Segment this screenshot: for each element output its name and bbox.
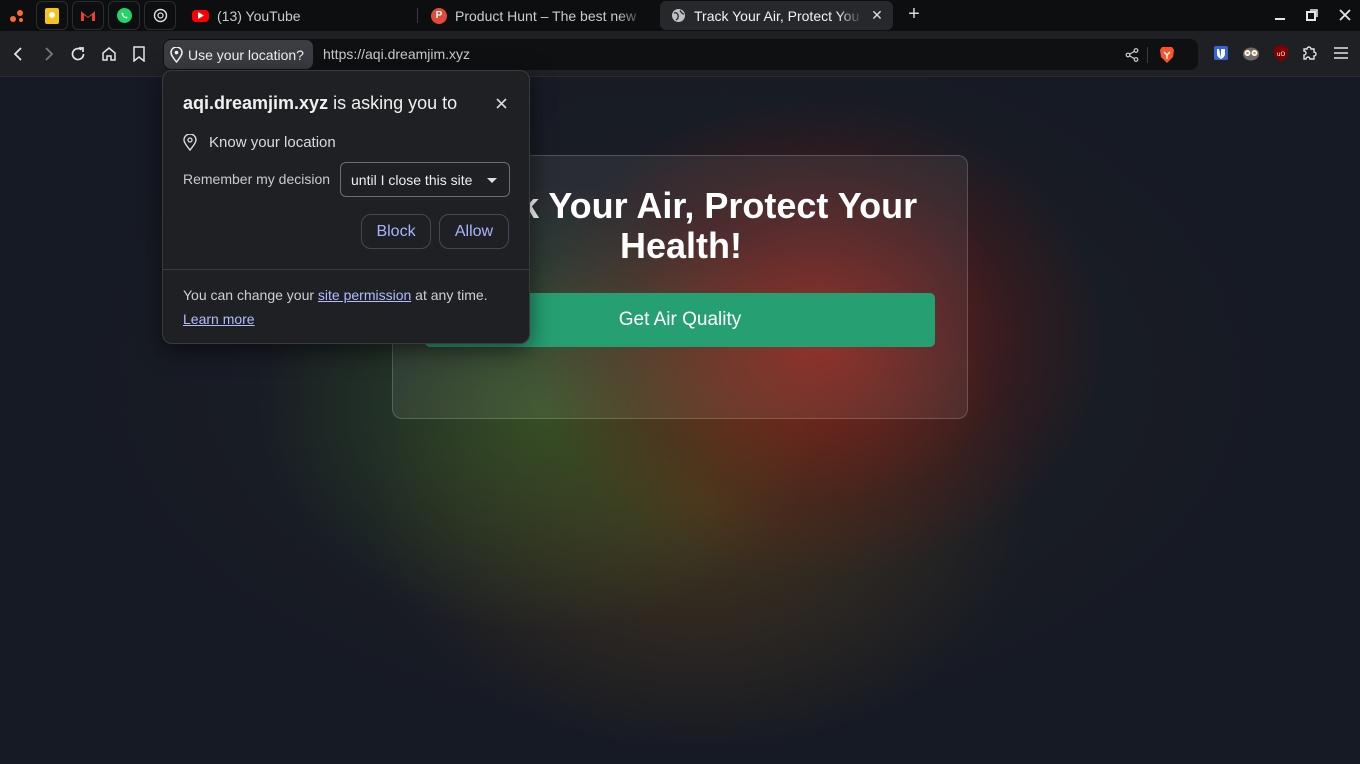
tab-title: (13) YouTube [217, 7, 301, 24]
popup-asking-text: is asking you to [328, 93, 458, 113]
location-pin-icon [170, 46, 183, 63]
popup-heading: aqi.dreamjim.xyz is asking you to [183, 93, 457, 114]
permission-row: Know your location [183, 134, 336, 151]
bookmark-button[interactable] [128, 43, 150, 65]
location-permission-popup: aqi.dreamjim.xyz is asking you to Know y… [162, 70, 530, 344]
minimize-button[interactable] [1268, 4, 1292, 26]
popup-close-button[interactable] [491, 93, 511, 113]
chevron-down-icon [487, 178, 497, 183]
tab-strip: (13) YouTube P Product Hunt – The best n… [0, 0, 1360, 31]
puzzle-icon [1303, 46, 1317, 60]
forward-button[interactable] [37, 43, 59, 65]
address-bar[interactable]: Use your location? https://aqi.dreamjim.… [163, 39, 1198, 70]
home-icon [102, 47, 116, 61]
share-icon [1125, 48, 1139, 62]
block-button[interactable]: Block [361, 214, 431, 249]
back-icon [13, 47, 22, 61]
chatgpt-icon [153, 8, 167, 23]
footer-prefix: You can change your [183, 287, 318, 303]
ublock-origin-icon: uO [1274, 45, 1288, 61]
brave-lion-icon [1160, 47, 1174, 63]
tab-title: Track Your Air, Protect You [694, 7, 860, 24]
popup-site: aqi.dreamjim.xyz [183, 93, 329, 113]
reload-icon [71, 47, 85, 61]
forward-icon [45, 47, 54, 61]
pinned-tab-chatgpt[interactable] [144, 1, 176, 30]
tab-separator [417, 8, 418, 23]
bookmark-icon [133, 46, 145, 62]
tab-track-your-air[interactable]: Track Your Air, Protect You ✕ [660, 1, 893, 30]
footer-suffix: at any time. [411, 287, 488, 303]
close-window-button[interactable] [1333, 4, 1357, 26]
extension-bitwarden[interactable] [1211, 43, 1231, 63]
minimize-icon [1275, 18, 1285, 20]
whatsapp-icon [116, 8, 132, 23]
popup-footer: You can change your site permission at a… [183, 283, 513, 331]
tab-youtube[interactable]: (13) YouTube [182, 1, 414, 30]
owl-extension-icon [1243, 47, 1259, 61]
permission-label: Know your location [209, 134, 336, 151]
reload-button[interactable] [67, 43, 89, 65]
remember-duration-value: until I close this site [351, 171, 473, 188]
close-tab-icon[interactable]: ✕ [867, 6, 887, 26]
extension-ublock[interactable]: uO [1271, 43, 1291, 63]
extensions-button[interactable] [1300, 43, 1320, 63]
close-icon [495, 97, 507, 109]
globe-icon [670, 8, 686, 24]
location-permission-chip[interactable]: Use your location? [164, 40, 313, 69]
home-button[interactable] [98, 43, 120, 65]
restore-button[interactable] [1300, 4, 1324, 26]
product-hunt-icon: P [431, 7, 447, 24]
remember-label: Remember my decision [183, 171, 331, 187]
gmail-icon [81, 10, 95, 21]
permission-chip-label: Use your location? [188, 46, 304, 63]
allow-button[interactable]: Allow [439, 214, 509, 249]
urlbar-divider [1147, 47, 1148, 63]
extension-owl[interactable] [1241, 43, 1261, 63]
hamburger-menu-icon [1334, 47, 1348, 59]
tab-title: Product Hunt – The best new [455, 7, 637, 24]
restore-icon [1306, 9, 1318, 21]
pinned-tab-gmail[interactable] [72, 1, 104, 30]
menu-button[interactable] [1331, 43, 1351, 63]
brave-shields-button[interactable] [1157, 45, 1177, 65]
site-permission-link[interactable]: site permission [318, 287, 411, 303]
location-pin-icon [183, 134, 197, 151]
svg-text:uO: uO [1277, 51, 1286, 58]
back-button[interactable] [8, 43, 30, 65]
remember-duration-select[interactable]: until I close this site [340, 162, 510, 197]
keep-icon [45, 7, 59, 24]
popup-divider [163, 269, 529, 270]
bitwarden-icon [1214, 46, 1228, 60]
url-text[interactable]: https://aqi.dreamjim.xyz [323, 46, 470, 62]
close-icon [1339, 9, 1351, 21]
learn-more-link[interactable]: Learn more [183, 311, 255, 327]
tab-product-hunt[interactable]: P Product Hunt – The best new [421, 1, 647, 30]
new-tab-button[interactable]: + [903, 4, 925, 26]
app-icon [10, 9, 23, 22]
youtube-icon [192, 9, 209, 22]
share-button[interactable] [1122, 45, 1142, 65]
pinned-tab-whatsapp[interactable] [108, 1, 140, 30]
pinned-tab-keep[interactable] [36, 1, 68, 30]
pinned-tab-app[interactable] [1, 1, 33, 30]
